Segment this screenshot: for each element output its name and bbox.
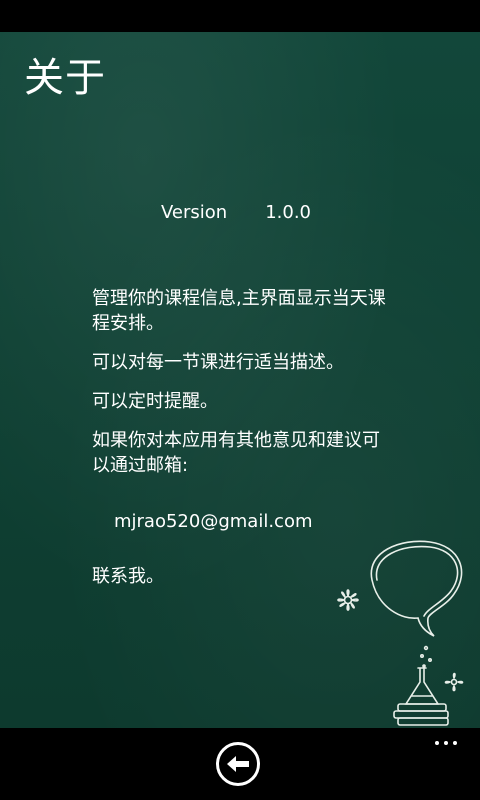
back-button[interactable]	[216, 742, 260, 786]
small-flower-doodle-icon	[444, 672, 464, 692]
version-label: Version	[161, 202, 228, 223]
flower-doodle-icon	[337, 589, 359, 611]
flask-and-books-doodle-icon	[393, 667, 449, 726]
description-line: 可以定时提醒。	[92, 391, 218, 412]
description-line: 如果你对本应用有其他意见和建议可以通过邮箱:	[92, 430, 380, 476]
application-bar	[0, 728, 480, 800]
about-page: 关于 Version 1.0.0 管理你的课程信息,主界面显示当天课程安排。 可…	[0, 32, 480, 728]
back-arrow-icon	[227, 756, 249, 772]
more-button[interactable]	[426, 734, 466, 752]
version-row: Version 1.0.0	[161, 202, 311, 224]
status-bar	[0, 0, 480, 32]
ellipsis-icon	[453, 741, 457, 745]
ellipsis-icon	[444, 741, 448, 745]
ellipsis-icon	[435, 741, 439, 745]
speech-bubble-doodle-icon	[370, 540, 463, 668]
email-address: mjrao520@gmail.com	[114, 511, 313, 532]
description-line: 可以对每一节课进行适当描述。	[92, 352, 344, 373]
chalk-doodle-illustration	[337, 540, 464, 726]
contact-text: 联系我。	[92, 566, 164, 587]
page-title: 关于	[24, 55, 106, 101]
version-value: 1.0.0	[265, 202, 312, 223]
description-line: 管理你的课程信息,主界面显示当天课程安排。	[92, 288, 386, 334]
app-description: 管理你的课程信息,主界面显示当天课程安排。 可以对每一节课进行适当描述。 可以定…	[92, 286, 392, 492]
